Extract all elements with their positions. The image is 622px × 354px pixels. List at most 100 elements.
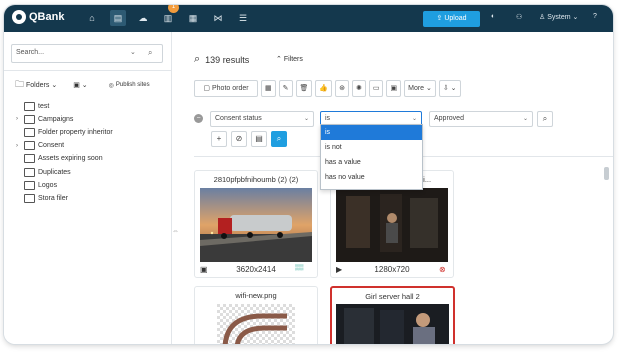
toolbar: ▢ Photo order ▦ ✎ 🗑 👍 ⊛ ✺ ▭ ▣ More ⌄ ⇩ ⌄ [194, 80, 461, 97]
workflow-icon[interactable]: ⋈ [212, 12, 224, 24]
dropdown-option[interactable]: is [321, 125, 422, 140]
folder-icon [24, 101, 35, 111]
clear-filter-icon[interactable]: ⊘ [231, 131, 247, 147]
logo[interactable]: QBank [12, 10, 64, 24]
logo-text: QBank [29, 11, 65, 23]
folder-icon[interactable]: ▭ [368, 80, 384, 97]
folder-tree-item[interactable]: Assets expiring soon [16, 153, 103, 165]
download-dropdown[interactable]: ⇩ ⌄ [438, 80, 461, 97]
search-input[interactable]: Search... ⌄ ⌕ [11, 44, 163, 63]
dropdown-option[interactable]: has no value [321, 170, 422, 185]
folder-tree-item[interactable]: › Campaigns [16, 113, 73, 125]
chevron-down-icon: ⌄ [570, 14, 579, 21]
photo-order-label: Photo order [211, 85, 249, 92]
upload-button[interactable]: ⇪ Upload [423, 11, 480, 27]
dropdown-option[interactable]: is not [321, 140, 422, 155]
select-all-icon[interactable]: ▦ [261, 80, 276, 97]
chevron-right-icon[interactable]: › [16, 116, 24, 122]
folders-icon: 🗀 [15, 79, 25, 89]
user-admin-icon[interactable]: ⚇ [516, 13, 522, 21]
folder-icon [24, 127, 35, 137]
status-icon: ⊗ [439, 265, 446, 274]
folder-label: Stora filer [38, 194, 68, 202]
theme-icon[interactable]: ◐ [491, 13, 495, 20]
filters-toggle[interactable]: ⌃ Filters [276, 55, 303, 63]
wifi-image [217, 304, 295, 344]
help-icon[interactable]: ? [593, 13, 597, 20]
asset-card[interactable]: wifi-new.png [194, 286, 318, 344]
folders-row: 🗀 Folders ⌄ ▣ ⌄ ◎ Publish sites [15, 77, 150, 93]
asset-thumbnail [200, 188, 312, 262]
chevron-right-icon[interactable]: › [16, 143, 24, 149]
edit-icon[interactable]: ✎ [278, 80, 293, 97]
asset-card-selected[interactable]: Girl server hall 2 [330, 286, 455, 344]
folder-icon [24, 114, 35, 124]
remove-filter-icon[interactable]: − [194, 114, 203, 123]
results-header: ⌕ 139 results [194, 53, 249, 66]
filter-value-select[interactable]: Approved ⌄ [429, 111, 533, 127]
cloud-icon[interactable]: ☁ [137, 12, 149, 24]
filters-label: Filters [283, 56, 303, 63]
search-icon[interactable]: ⌕ [271, 131, 287, 147]
view-toggle-dropdown[interactable]: ▣ ⌄ [73, 81, 87, 89]
folders-label: Folders [26, 81, 50, 89]
list-icon[interactable]: ☰ [237, 12, 249, 24]
add-filter-icon[interactable]: + [211, 131, 227, 147]
like-icon[interactable]: 👍 [315, 80, 333, 97]
search-icon: ⌕ [194, 53, 201, 65]
scrollbar-thumb[interactable] [604, 167, 609, 180]
sidebar: Search... ⌄ ⌕ 🗀 Folders ⌄ ▣ ⌄ ◎ Publish … [4, 32, 179, 344]
folder-tree-item[interactable]: › Consent [16, 140, 64, 152]
chevron-down-icon: ⌄ [51, 82, 58, 89]
delete-icon[interactable]: 🗑 [295, 80, 313, 97]
folder-label: test [38, 102, 50, 110]
user-label: System [547, 14, 571, 21]
folder-icon [24, 141, 35, 151]
more-dropdown[interactable]: More ⌄ [404, 80, 436, 97]
publish-sites-button[interactable]: ◎ Publish sites [109, 82, 150, 89]
chevron-down-icon: ⌄ [522, 116, 528, 122]
more-label: More [408, 85, 425, 92]
resize-handle-icon[interactable]: ⇔ [172, 228, 179, 235]
home-icon[interactable]: ⌂ [86, 12, 98, 24]
folder-icon [24, 167, 35, 177]
search-icon[interactable]: ⌕ [148, 48, 152, 58]
calendar-icon[interactable]: ▦ [187, 12, 199, 24]
publish-icon: ◎ [108, 82, 114, 89]
folder-tree-item[interactable]: Logos [16, 179, 57, 191]
filter-value-value: Approved [434, 115, 464, 122]
asset-card[interactable]: 2810pfpbfnihoumb (2) (2) ▣ 3620x2414 ▒▒ [194, 170, 318, 278]
collapse-icon: ⌃ [276, 56, 284, 63]
chevron-down-icon[interactable]: ⌄ [130, 48, 136, 56]
folder-label: Duplicates [38, 168, 71, 176]
save-filter-icon[interactable]: ▤ [251, 131, 267, 147]
photo-order-button[interactable]: ▢ Photo order [194, 80, 258, 97]
photo-icon: ▢ [203, 85, 212, 92]
dropdown-option[interactable]: has a value [321, 155, 422, 170]
image-icon[interactable]: ▣ [386, 80, 402, 97]
filter-field-select[interactable]: Consent status ⌄ [210, 111, 314, 127]
search-icon[interactable]: ⌕ [537, 111, 553, 127]
folder-tree-item[interactable]: Stora filer [16, 192, 68, 204]
user-menu[interactable]: ♙ System ⌄ [539, 13, 578, 21]
asset-title: 2810pfpbfnihoumb (2) (2) [213, 175, 299, 184]
tasks-icon[interactable]: ▥ [162, 12, 174, 24]
results-count: 139 results [205, 54, 250, 65]
folders-dropdown[interactable]: 🗀 Folders ⌄ [15, 77, 57, 93]
folder-label: Folder property inheritor [38, 128, 113, 136]
chevron-down-icon: ⌄ [303, 116, 309, 122]
folder-label: Consent [38, 142, 65, 150]
folder-tree-item[interactable]: Folder property inheritor [16, 126, 113, 138]
share-icon[interactable]: ⊛ [335, 80, 349, 97]
qbank-logo-icon [12, 10, 26, 24]
status-icon: ▒▒ [295, 265, 304, 271]
folder-icon [24, 193, 35, 203]
media-icon[interactable]: ▤ [110, 10, 126, 26]
search-placeholder: Search... [16, 49, 45, 56]
folder-tree-item[interactable]: test [16, 100, 49, 112]
folder-tree-item[interactable]: Duplicates [16, 166, 71, 178]
palette-icon[interactable]: ✺ [351, 80, 366, 97]
filter-operator-value: is [325, 115, 331, 122]
asset-title: Girl server hall 2 [365, 292, 420, 301]
folder-icon [24, 154, 35, 164]
